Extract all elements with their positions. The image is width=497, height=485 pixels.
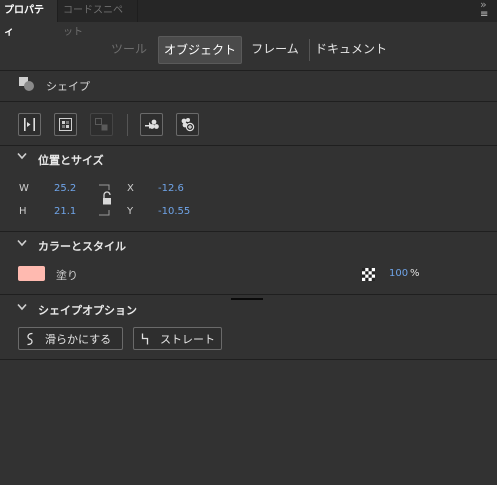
mode-divider [309,39,310,61]
section-collapse-chevron-icon[interactable] [17,152,27,163]
y-value[interactable]: -10.55 [158,206,190,217]
height-value[interactable]: 21.1 [54,206,76,217]
smooth-button[interactable]: 滑らかにする [18,327,123,350]
divider [0,294,497,295]
section-resize-grip[interactable] [231,298,263,300]
x-value[interactable]: -12.6 [158,183,184,194]
align-icon [24,118,35,131]
straighten-button-label: ストレート [160,332,215,346]
shape-type-icon [18,76,36,96]
straight-line-icon [140,332,160,346]
opacity-checker-icon [362,266,375,281]
height-label: H [19,206,27,217]
mode-frame-button[interactable]: フレーム [244,36,306,64]
mode-document-button[interactable]: ドキュメント [312,36,390,64]
group-icon [95,118,108,131]
y-label: Y [127,206,134,217]
add-to-library-button[interactable] [176,113,199,136]
section-collapse-chevron-icon[interactable] [17,303,27,314]
align-distribute-button[interactable] [18,113,41,136]
toolbar-divider [127,114,128,136]
fill-label: 塗り [56,269,78,282]
straighten-button[interactable]: ストレート [133,327,222,350]
width-label: W [19,183,29,194]
library-add-icon [181,118,195,132]
opacity-unit: % [410,268,420,279]
opacity-value[interactable]: 100 [389,268,408,279]
tab-properties[interactable]: プロパティ [0,0,58,38]
position-size-section-title: 位置とサイズ [38,154,104,167]
divider [0,101,497,102]
constrain-proportions-lock-icon[interactable] [97,184,119,220]
divider [0,231,497,232]
convert-to-symbol-button[interactable] [140,113,163,136]
mode-object-button[interactable]: オブジェクト [158,36,242,64]
width-value[interactable]: 25.2 [54,183,76,194]
section-collapse-chevron-icon[interactable] [17,239,27,250]
break-apart-button[interactable] [54,113,77,136]
object-type-label: シェイプ [46,80,90,93]
fill-color-swatch[interactable] [18,266,45,281]
panel-menu-icon[interactable]: ≡ [480,9,488,20]
break-apart-icon [59,118,72,131]
smooth-button-label: 滑らかにする [45,332,112,346]
tab-code-snippets[interactable]: コードスニペット [58,0,138,38]
x-label: X [127,183,134,194]
group-button[interactable] [90,113,113,136]
mode-tool-button[interactable]: ツール [104,36,154,64]
smooth-curve-icon [25,332,45,346]
symbol-icon [145,119,159,129]
divider [0,359,497,360]
divider [0,145,497,146]
color-style-section-title: カラーとスタイル [38,240,126,253]
shape-options-section-title: シェイプオプション [38,304,137,317]
